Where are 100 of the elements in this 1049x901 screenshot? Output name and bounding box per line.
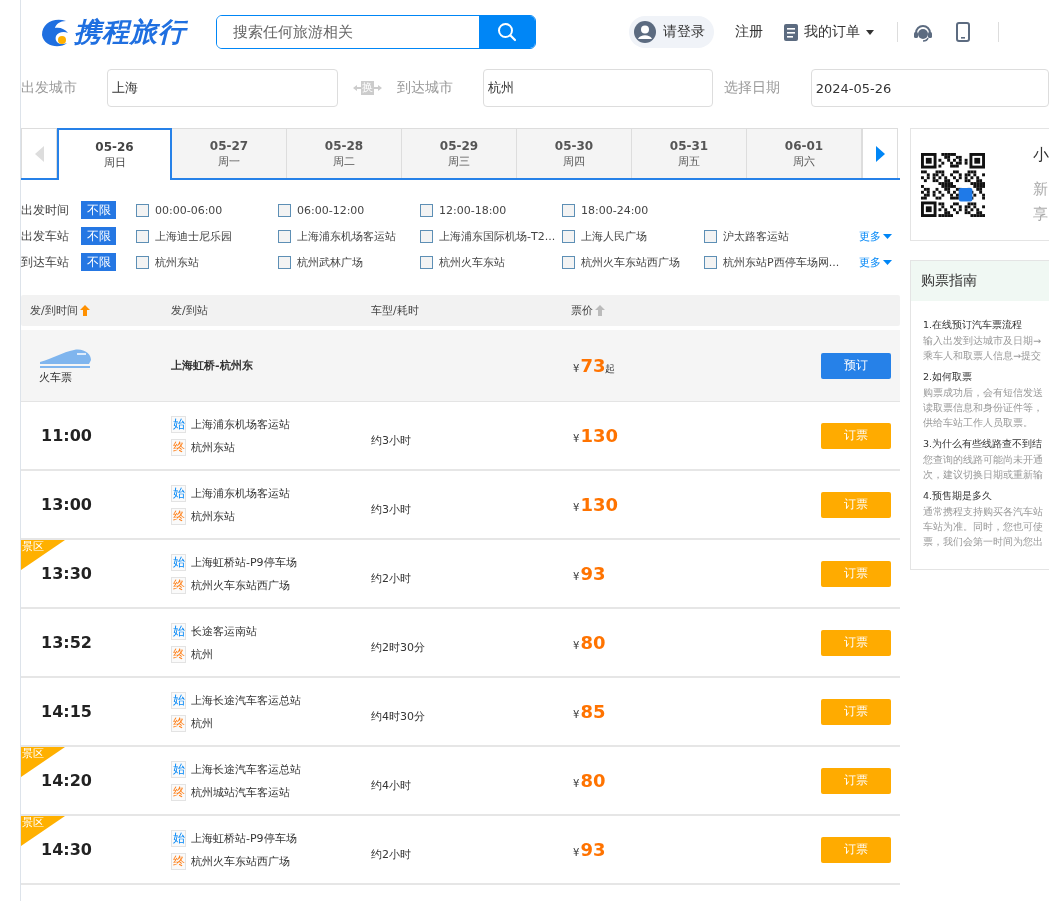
left-arrow-icon — [34, 145, 44, 162]
register-link[interactable]: 注册 — [735, 23, 763, 41]
station-tag: 终 — [171, 783, 186, 801]
app-text: 享 — [1033, 205, 1049, 224]
filter-option[interactable]: 上海迪士尼乐园 — [136, 228, 278, 244]
train-route: 上海虹桥-杭州东 — [171, 358, 254, 373]
date-tab[interactable]: 05-31 周五 — [632, 128, 747, 178]
column-header[interactable]: 票价 — [571, 303, 771, 318]
price: ¥93 — [573, 563, 607, 584]
price: ¥130 — [573, 494, 619, 515]
station-name: 上海浦东机场客运站 — [191, 416, 290, 432]
guide-answer: 供给车站工作人员取票。 — [923, 416, 1034, 430]
field-label: 到达城市 — [396, 79, 454, 97]
checkbox[interactable] — [420, 229, 433, 243]
checkbox[interactable] — [278, 229, 291, 243]
date-tab[interactable]: 05-28 周二 — [287, 128, 402, 178]
guide-question: 3.为什么有些线路查不到结 — [923, 437, 1044, 451]
departure-time: 14:15 — [40, 702, 93, 721]
filter-option[interactable]: 18:00-24:00 — [562, 203, 704, 217]
station-tag: 终 — [171, 507, 186, 525]
more-link[interactable]: 更多 — [859, 254, 892, 270]
station-tag: 始 — [171, 622, 186, 640]
station-tag: 始 — [171, 484, 186, 502]
filter-option[interactable]: 00:00-06:00 — [136, 203, 278, 217]
checkbox[interactable] — [136, 255, 149, 269]
checkbox[interactable] — [136, 229, 149, 243]
checkbox[interactable] — [278, 255, 291, 269]
departure-time: 13:00 — [40, 495, 93, 514]
checkbox[interactable] — [562, 229, 575, 243]
filter-option[interactable]: 杭州东站 — [136, 254, 278, 270]
orders-menu[interactable]: 我的订单 — [784, 23, 874, 41]
book-button[interactable]: 预订 — [821, 352, 891, 379]
price: ¥93 — [573, 839, 607, 860]
filter-label: 出发车站 — [21, 227, 70, 245]
filter-option[interactable]: 杭州火车东站西广场 — [562, 254, 704, 270]
duration: 约2小时 — [371, 571, 412, 586]
any-option-button[interactable]: 不限 — [81, 253, 116, 271]
duration: 约2小时 — [371, 847, 412, 862]
price: ¥80 — [573, 632, 607, 653]
date-tab[interactable]: 05-30 周四 — [517, 128, 632, 178]
guide-title: 购票指南 — [911, 261, 1049, 301]
filter-option[interactable]: 12:00-18:00 — [420, 203, 562, 217]
checkbox[interactable] — [420, 255, 433, 269]
filter-option[interactable]: 06:00-12:00 — [278, 203, 420, 217]
next-dates-button[interactable] — [862, 128, 898, 178]
date-tab[interactable]: 05-27 周一 — [172, 128, 287, 178]
checkbox[interactable] — [278, 203, 291, 217]
station-tag: 终 — [171, 852, 186, 870]
column-header[interactable]: 发/到时间 — [21, 303, 171, 318]
more-link[interactable]: 更多 — [859, 228, 892, 244]
caret-icon — [883, 259, 892, 265]
phone-icon[interactable] — [956, 22, 970, 42]
guide-answer: 通常携程支持购买各汽车站 — [923, 505, 1044, 519]
date-tab[interactable]: 05-29 周三 — [402, 128, 517, 178]
date-tab[interactable]: 05-26 周日 — [57, 128, 172, 180]
any-option-button[interactable]: 不限 — [81, 227, 116, 245]
filter-option[interactable]: 杭州火车东站 — [420, 254, 562, 270]
station-name: 上海长途汽车客运总站 — [191, 692, 301, 708]
checkbox[interactable] — [562, 255, 575, 269]
search-field[interactable]: 搜索任何旅游相关 — [216, 15, 536, 49]
caret-icon — [883, 233, 892, 239]
duration: 约4小时 — [371, 778, 412, 793]
filter-option[interactable]: 杭州武林广场 — [278, 254, 420, 270]
filter-option[interactable]: 上海浦东机场客运站 — [278, 228, 420, 244]
filter-option[interactable]: 上海浦东国际机场-T2... — [420, 228, 562, 244]
checkbox[interactable] — [562, 203, 575, 217]
station-tag: 终 — [171, 714, 186, 732]
guide-question: 2.如何取票 — [923, 370, 974, 384]
column-header: 车型/耗时 — [371, 303, 420, 318]
station-name: 上海虹桥站-P9停车场 — [191, 554, 297, 570]
search-button[interactable] — [479, 16, 535, 48]
station-name: 上海长途汽车客运总站 — [191, 761, 301, 777]
avatar-icon — [633, 20, 657, 44]
price: ¥130 — [573, 425, 619, 446]
input-field[interactable]: 杭州 — [483, 69, 714, 107]
filter-option[interactable]: 杭州东站P西停车场网... — [704, 254, 846, 270]
guide-question: 4.预售期是多久 — [923, 489, 994, 503]
filter-option[interactable]: 沪太路客运站 — [704, 228, 846, 244]
document-icon — [784, 23, 798, 41]
price: ¥80 — [573, 770, 607, 791]
station-tag: 始 — [171, 415, 186, 433]
checkbox[interactable] — [420, 203, 433, 217]
checkbox[interactable] — [704, 255, 717, 269]
field-label: 选择日期 — [724, 79, 782, 97]
column-header: 发/到站 — [171, 303, 209, 318]
departure-time: 11:00 — [40, 426, 93, 445]
right-arrow-icon — [373, 85, 382, 91]
guide-answer: 乘车人和取票人信息→提交 — [923, 349, 1042, 363]
checkbox[interactable] — [136, 203, 149, 217]
station-name: 杭州东站 — [191, 439, 235, 455]
filter-option[interactable]: 上海人民广场 — [562, 228, 704, 244]
checkbox[interactable] — [704, 229, 717, 243]
guide-answer: 购票成功后，会有短信发送 — [923, 386, 1044, 400]
station-tag: 始 — [171, 760, 186, 778]
any-option-button[interactable]: 不限 — [81, 201, 116, 219]
input-field[interactable]: 2024-05-26 — [810, 69, 1049, 107]
login-button[interactable]: 请登录 — [629, 16, 714, 48]
station-name: 长途客运南站 — [191, 623, 257, 639]
date-tab[interactable]: 06-01 周六 — [747, 128, 862, 178]
input-field[interactable]: 上海 — [107, 69, 338, 107]
